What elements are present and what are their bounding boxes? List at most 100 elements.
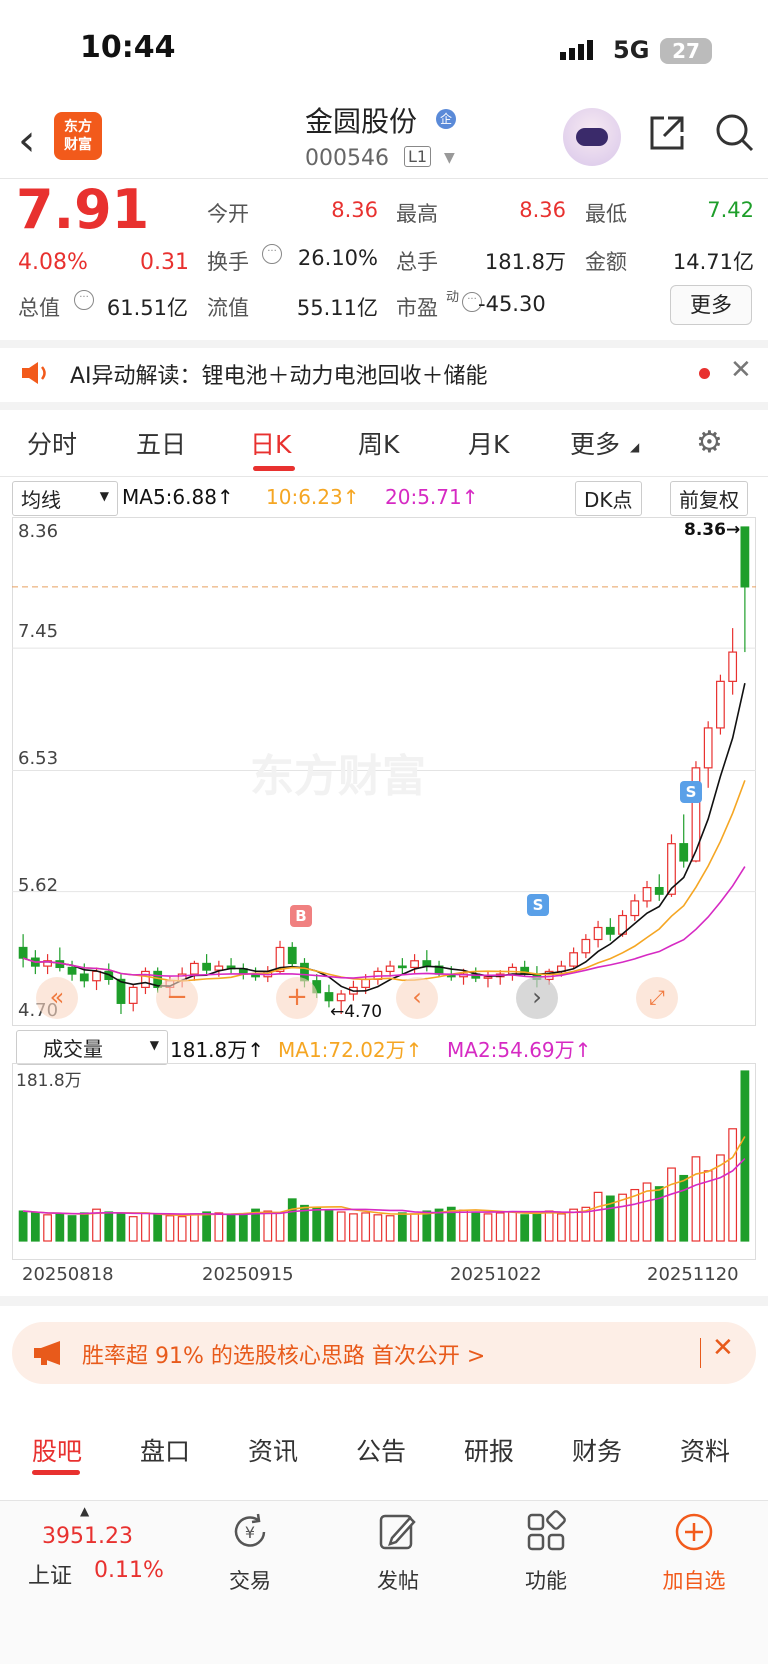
volume-chart[interactable] [12, 1063, 756, 1260]
candle-body [287, 946, 297, 965]
ma10-value: 10:6.23↑ [266, 485, 360, 509]
ai-assistant-avatar[interactable] [563, 108, 621, 166]
search-icon[interactable] [714, 112, 756, 154]
app-logo[interactable]: 东方 财富 [54, 112, 102, 160]
volume-bar [385, 1215, 395, 1242]
volume-bar [508, 1211, 517, 1242]
svg-text:¥: ¥ [245, 1523, 255, 1542]
candle-body [397, 965, 407, 969]
index-value[interactable]: 3951.23 [42, 1524, 133, 1549]
tab-news[interactable]: 资讯 [248, 1432, 298, 1468]
max-price-marker: 8.36→ [684, 520, 741, 540]
sell-signal-badge[interactable]: S [527, 894, 549, 916]
share-icon[interactable] [646, 112, 688, 154]
back-icon[interactable]: ‹ [18, 115, 36, 166]
indicator-select[interactable]: 均线 ▼ [12, 481, 118, 516]
candle-body [324, 992, 334, 1002]
volume-bar [312, 1206, 322, 1242]
tab-order-book[interactable]: 盘口 [140, 1432, 190, 1468]
fullscreen-icon[interactable]: ⤢ [636, 977, 678, 1019]
nav-trade-label[interactable]: 交易 [200, 1565, 300, 1595]
sub-indicator-select[interactable]: 成交量 ▼ [16, 1030, 168, 1065]
tab-more[interactable]: 更多 [570, 425, 620, 461]
close-icon[interactable]: ✕ [712, 1333, 734, 1363]
zoom-in-icon[interactable]: + [276, 977, 318, 1019]
volume-bar [373, 1214, 383, 1242]
candle-body [410, 960, 419, 969]
speaker-icon [22, 362, 46, 384]
ma5-value: MA5:6.88↑ [122, 485, 234, 509]
ai-analysis-text[interactable]: AI异动解读：锂电池＋动力电池回收＋储能 [70, 358, 488, 390]
tab-profile[interactable]: 资料 [680, 1432, 730, 1468]
candle-body [569, 952, 579, 967]
promo-text[interactable]: 胜率超 91% 的选股核心思路 首次公开 > [82, 1338, 485, 1370]
volume-bar [532, 1212, 542, 1242]
tab-monthly-k[interactable]: 月K [468, 425, 509, 461]
close-icon[interactable]: ✕ [730, 355, 752, 385]
tab-financials[interactable]: 财务 [572, 1432, 622, 1468]
volume-bar [238, 1213, 248, 1242]
volume-bar [410, 1213, 419, 1242]
volume-bar [275, 1212, 285, 1242]
active-tab-indicator [253, 466, 295, 471]
index-percent[interactable]: 0.11% [94, 1558, 164, 1583]
stock-name: 金圆股份 [305, 105, 418, 138]
nav-post-label[interactable]: 发帖 [348, 1565, 448, 1595]
add-circle-icon[interactable] [672, 1510, 716, 1554]
megaphone-icon [34, 1341, 60, 1365]
candle-body [214, 965, 224, 971]
turnover-value: 26.10% [297, 246, 378, 270]
unread-dot [699, 368, 710, 379]
tab-daily-k[interactable]: 日K [250, 425, 291, 461]
x-date-label: 20251022 [450, 1264, 542, 1285]
edit-post-icon[interactable] [376, 1510, 420, 1554]
buy-signal-badge[interactable]: B [290, 905, 312, 927]
candle-body [716, 680, 725, 729]
trade-icon[interactable]: ¥ [228, 1510, 272, 1554]
sell-signal-badge[interactable]: S [680, 781, 702, 803]
volume-bar [324, 1209, 334, 1242]
index-name[interactable]: 上证 [28, 1558, 72, 1590]
scroll-left-icon[interactable]: ‹ [396, 977, 438, 1019]
grid-apps-icon[interactable] [524, 1510, 568, 1554]
chevron-down-icon[interactable]: ▼ [444, 150, 455, 166]
info-icon[interactable]: ··· [262, 244, 282, 264]
tab-weekly-k[interactable]: 周K [358, 425, 399, 461]
candle-body [202, 962, 212, 971]
candle-body [483, 976, 493, 979]
dk-point-select[interactable]: DK点 [575, 481, 642, 516]
candle-body [128, 986, 138, 1004]
tab-forum[interactable]: 股吧 [32, 1432, 82, 1468]
tab-research[interactable]: 研报 [464, 1432, 514, 1468]
scroll-left-fast-icon[interactable]: « [36, 977, 78, 1019]
volume-bar [654, 1186, 664, 1242]
nav-add-watch-label[interactable]: 加自选 [644, 1565, 744, 1595]
active-tab-indicator [32, 1470, 80, 1475]
tab-five-day[interactable]: 五日 [136, 425, 186, 461]
chevron-down-icon: ▼ [149, 1038, 159, 1052]
gear-icon[interactable]: ⚙ [696, 425, 723, 460]
adjust-select[interactable]: 前复权 [670, 481, 748, 516]
volume-bar [43, 1214, 52, 1242]
chevron-down-icon: ▼ [99, 489, 109, 503]
volume-bar [128, 1216, 138, 1242]
more-button[interactable]: 更多 [670, 285, 752, 325]
volume-bar [569, 1208, 579, 1242]
zoom-out-icon[interactable]: − [156, 977, 198, 1019]
caret-up-icon: ▲ [80, 1504, 90, 1518]
info-icon[interactable]: ··· [74, 290, 94, 310]
adjust-label: 前复权 [679, 488, 739, 512]
turnover-label: 换手 [207, 250, 249, 274]
volume-bar [716, 1154, 725, 1242]
volume-bar [165, 1215, 175, 1242]
scroll-right-icon[interactable]: › [516, 977, 558, 1019]
nav-function-label[interactable]: 功能 [496, 1565, 596, 1595]
status-time: 10:44 [80, 30, 176, 65]
sub-indicator-label: 成交量 [43, 1037, 103, 1061]
volume-bar [226, 1214, 236, 1242]
tab-intraday[interactable]: 分时 [27, 425, 77, 461]
x-date-label: 20250818 [22, 1264, 114, 1285]
tab-announcements[interactable]: 公告 [356, 1432, 406, 1468]
y-tick-label: 5.62 [18, 875, 59, 896]
ma20-value: 20:5.71↑ [385, 485, 479, 509]
